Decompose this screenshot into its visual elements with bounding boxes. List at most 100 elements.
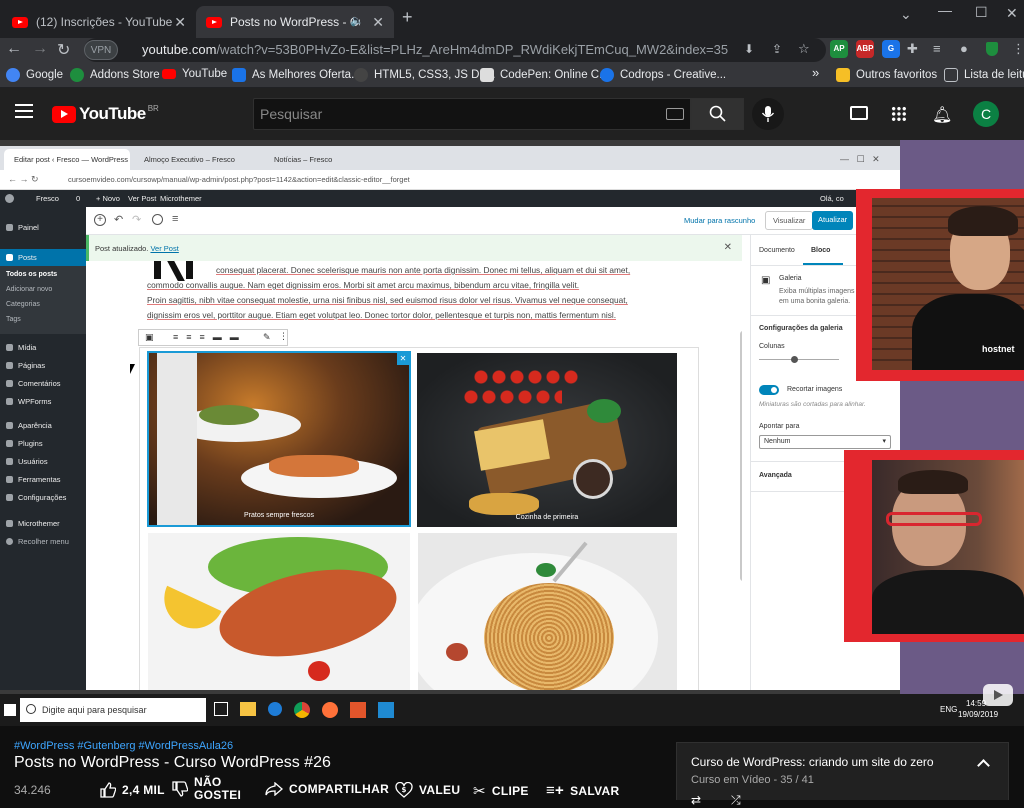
wp-menu-item: Ferramentas	[6, 475, 61, 484]
browser-tab-posts-wordpress[interactable]: Posts no WordPress - Curso W 🔈 ✕	[196, 6, 394, 38]
youtube-favicon-icon	[12, 16, 28, 28]
bookmark-html5[interactable]: HTML5, CSS3, JS De...	[354, 68, 495, 82]
bookmarks-overflow-button[interactable]: »	[812, 65, 819, 80]
bookmark-codepen[interactable]: CodePen: Online C...	[480, 68, 609, 82]
youtube-logo[interactable]: YouTube BR	[52, 104, 159, 124]
browser-tab-inscricoes[interactable]: (12) Inscrições - YouTube ✕	[2, 6, 196, 38]
wp-menu-item: Recolher menu	[6, 537, 69, 546]
video-player[interactable]: Editar post ‹ Fresco — WordPress Almoço …	[0, 140, 1024, 726]
chevron-down-icon: ▾	[882, 438, 886, 445]
dashboard-icon	[6, 224, 13, 231]
reading-list-button[interactable]: Lista de leitura	[944, 68, 1024, 82]
profile-icon[interactable]: ●	[960, 41, 968, 56]
share-button[interactable]: COMPARTILHAR	[265, 782, 389, 796]
recorded-tab-strip: Editar post ‹ Fresco — WordPress Almoço …	[0, 146, 900, 170]
link-to-label: Apontar para	[759, 423, 800, 430]
video-hashtags[interactable]: #WordPress #Gutenberg #WordPressAula26	[14, 740, 233, 752]
pasta-shape	[469, 493, 539, 515]
reload-icon[interactable]: ↻	[57, 40, 70, 60]
wp-menu-item: Microthemer	[6, 519, 60, 528]
shield-icon[interactable]	[986, 42, 998, 56]
wp-greeting: Olá, co	[820, 194, 844, 203]
account-avatar[interactable]: C	[973, 101, 999, 127]
playlist-subtitle: Curso em Vídeo - 35 / 41	[691, 774, 814, 786]
url-text[interactable]: youtube.com/watch?v=53B0PHvZo-E&list=PLH…	[142, 42, 728, 57]
search-button[interactable]	[691, 98, 744, 130]
bookmark-codrops[interactable]: Codrops - Creative...	[600, 68, 726, 82]
wp-microthemer: Microthemer	[160, 194, 202, 203]
bookmark-addons-store[interactable]: Addons Store	[70, 68, 160, 82]
tab-search-chevron-icon[interactable]: ⌄	[900, 6, 912, 23]
wp-menu-item: Usuários	[6, 457, 48, 466]
chevron-up-icon[interactable]	[977, 759, 990, 772]
globe-icon	[354, 68, 368, 82]
wp-submenu-item: Todos os posts	[6, 271, 58, 278]
gutenberg-toolbar: + ↶ ↷ ≡ Mudar para rascunho Visualizar A…	[86, 207, 900, 235]
wp-menu-item: Mídia	[6, 343, 36, 352]
svg-text:$: $	[402, 786, 407, 794]
close-window-button[interactable]: ✕	[1006, 5, 1018, 22]
wp-menu-label: Plugins	[18, 439, 43, 448]
create-video-icon[interactable]	[850, 106, 868, 120]
bookmark-star-icon[interactable]: ☆	[798, 41, 810, 57]
extensions-puzzle-icon[interactable]: ✚	[907, 41, 918, 57]
wp-menu-label: Usuários	[18, 457, 48, 466]
like-button[interactable]: 2,4 MIL	[100, 782, 165, 798]
block-tab: Bloco	[811, 247, 831, 254]
search-placeholder: Pesquisar	[260, 106, 323, 122]
preview-button: Visualizar	[765, 211, 814, 230]
search-circle-icon	[26, 704, 36, 714]
sausage-shape	[446, 643, 468, 661]
hamburger-menu-icon[interactable]	[15, 104, 33, 118]
install-icon[interactable]: ⬇	[744, 42, 754, 56]
shuffle-icon[interactable]: ⤮	[731, 793, 741, 808]
bookmark-ofertas[interactable]: As Melhores Oferta...	[232, 68, 361, 82]
gallery-block-icon: ▣	[761, 275, 771, 286]
bookmark-outros-favoritos[interactable]: Outros favoritos	[836, 68, 937, 82]
notice-message: Post atualizado.	[95, 244, 149, 253]
block-description: Exiba múltiplas imagens em uma bonita ga…	[779, 288, 855, 305]
dislike-button[interactable]: NÃO GOSTEI	[172, 776, 244, 802]
bookmark-youtube[interactable]: YouTube	[162, 68, 227, 80]
bookmark-label: YouTube	[182, 68, 228, 80]
media-queue-icon[interactable]: ≡	[933, 41, 941, 56]
apps-grid-icon[interactable]	[891, 106, 907, 122]
close-tab-icon[interactable]: ✕	[174, 14, 186, 31]
redo-icon: ↷	[132, 214, 142, 226]
clip-label: CLIPE	[491, 784, 529, 798]
playlist-panel[interactable]: Curso de WordPress: criando um site do z…	[676, 742, 1009, 807]
minimize-window-button[interactable]: —	[938, 2, 952, 18]
close-tab-icon[interactable]: ✕	[372, 14, 384, 31]
search-input[interactable]: Pesquisar	[253, 98, 691, 130]
gallery-caption: Cozinha de primeira	[515, 514, 579, 521]
share-icon[interactable]: ⇪	[772, 42, 782, 56]
new-tab-button[interactable]: +	[402, 7, 413, 28]
share-label: COMPARTILHAR	[289, 782, 390, 796]
vpn-badge[interactable]: VPN	[84, 40, 118, 60]
save-button[interactable]: ≡+ SALVAR	[546, 782, 619, 799]
logo-word: YouTube	[79, 104, 146, 123]
share-arrow-icon	[265, 782, 283, 796]
thanks-button[interactable]: $ VALEU	[395, 782, 460, 798]
audio-playing-icon[interactable]: 🔈	[350, 14, 364, 27]
maximize-window-button[interactable]: ☐	[975, 4, 988, 21]
forward-arrow-icon[interactable]: →	[32, 40, 48, 58]
extension-ap-icon[interactable]: AP	[830, 40, 848, 58]
playlist-title[interactable]: Curso de WordPress: criando um site do z…	[691, 755, 934, 769]
taskbar-app-icons	[214, 702, 394, 718]
notifications-bell-icon[interactable]: 🔔︎	[932, 105, 952, 125]
url-host: youtube.com	[142, 42, 217, 57]
chrome-menu-icon[interactable]: ⋮	[1012, 41, 1024, 57]
voice-search-button[interactable]	[752, 98, 784, 130]
clip-button[interactable]: ✂ CLIPE	[473, 782, 529, 800]
extension-abp-icon[interactable]: ABP	[856, 40, 874, 58]
keyboard-icon[interactable]	[666, 108, 684, 120]
back-arrow-icon[interactable]: ←	[6, 40, 22, 58]
columns-label: Colunas	[759, 343, 785, 350]
extension-g-icon[interactable]: G	[882, 40, 900, 58]
bookmark-google[interactable]: Google	[6, 68, 63, 82]
loop-icon[interactable]: ⇄	[691, 793, 701, 807]
address-bar[interactable]: VPN youtube.com/watch?v=53B0PHvZo-E&list…	[84, 38, 826, 62]
olives-bowl-shape	[573, 459, 613, 499]
wp-new-link: + Novo	[96, 194, 120, 203]
